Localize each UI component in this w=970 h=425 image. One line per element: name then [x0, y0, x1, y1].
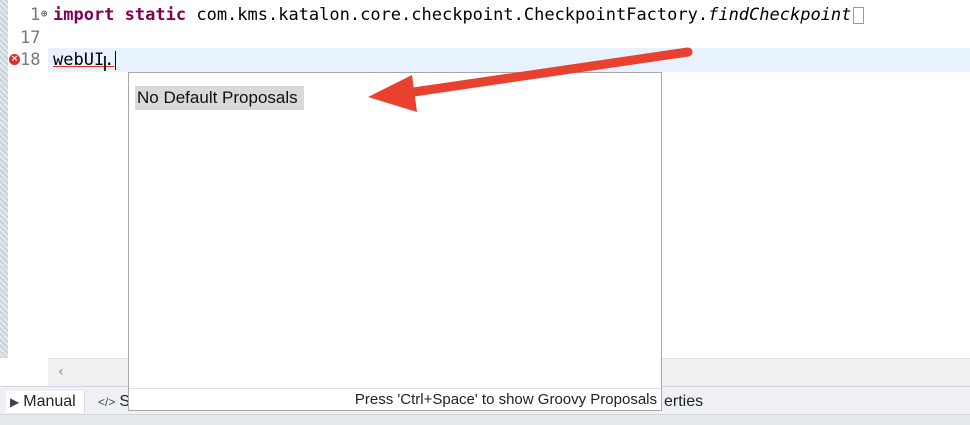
code-line-import[interactable]: import static com.kms.katalon.core.check…	[53, 3, 865, 27]
tab-script[interactable]: </> S	[98, 391, 130, 413]
footer-strip	[0, 414, 970, 425]
chevron-left-icon[interactable]: ‹	[58, 364, 64, 380]
line-number: 17	[20, 28, 41, 48]
code-tag-icon: </>	[98, 395, 116, 409]
proposal-item[interactable]: No Default Proposals	[135, 86, 304, 110]
i-beam-cursor-icon: I	[102, 52, 108, 76]
tab-label: erties	[664, 393, 704, 410]
fold-expand-icon[interactable]: ⊕	[41, 7, 48, 20]
line-number: 18	[20, 50, 41, 70]
method-name: findCheckpoint	[708, 5, 852, 25]
line-number: 1	[30, 5, 41, 25]
keyword: static	[124, 5, 187, 25]
content-assist-popup[interactable]: No Default Proposals Press 'Ctrl+Space' …	[128, 72, 662, 411]
error-icon: ×	[9, 54, 20, 65]
tab-manual[interactable]: ▶ Manual	[6, 391, 85, 413]
keyword: import	[53, 5, 115, 25]
current-line-highlight	[48, 48, 970, 72]
content-assist-status: Press 'Ctrl+Space' to show Groovy Propos…	[129, 388, 661, 410]
manual-icon: ▶	[10, 395, 20, 409]
overflow-marker	[853, 6, 865, 24]
ruler-strip	[0, 0, 8, 358]
import-path: com.kms.katalon.core.checkpoint.Checkpoi…	[196, 5, 709, 25]
tab-label: Manual	[23, 393, 76, 410]
text-caret	[115, 50, 117, 70]
tab-properties[interactable]: erties	[664, 391, 703, 413]
